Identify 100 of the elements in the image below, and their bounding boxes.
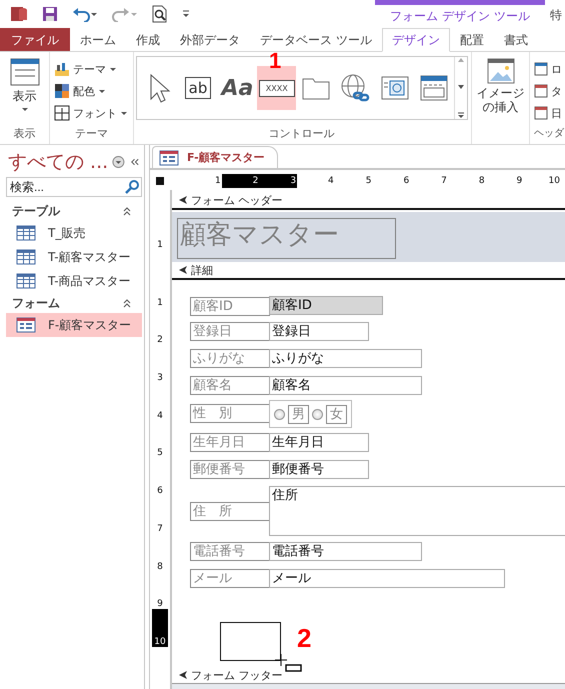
field-label: ふりがな bbox=[190, 349, 270, 368]
title-label: 顧客マスター bbox=[177, 218, 396, 259]
group-label: 表示 bbox=[12, 126, 36, 142]
nav-group-header[interactable]: テーブル bbox=[12, 202, 60, 220]
group-label: コントロール bbox=[268, 126, 336, 142]
header-item-icon bbox=[534, 62, 548, 76]
save-icon[interactable] bbox=[42, 6, 58, 22]
header-button[interactable]: 日 bbox=[534, 102, 562, 124]
table-icon bbox=[16, 249, 36, 265]
caret-icon bbox=[120, 110, 128, 116]
control-gallery-item[interactable]: Aa bbox=[218, 66, 258, 110]
section-bar: 詳細 bbox=[172, 262, 565, 280]
header-item-icon bbox=[534, 106, 548, 120]
ruler-number: 5 bbox=[156, 447, 164, 458]
field-label: 電話番号 bbox=[190, 542, 270, 561]
collapse-up-icon[interactable] bbox=[122, 298, 132, 308]
nav-item[interactable]: T-顧客マスター bbox=[6, 245, 142, 269]
field-label: 郵便番号 bbox=[190, 460, 270, 479]
option-label: 女 bbox=[326, 404, 347, 424]
nav-item[interactable]: F-顧客マスター bbox=[6, 313, 142, 337]
new-button-outline bbox=[220, 622, 281, 661]
caret-icon bbox=[98, 88, 106, 94]
theme-button[interactable]: フォント bbox=[54, 102, 128, 124]
caret-icon bbox=[20, 107, 28, 112]
theme-button[interactable]: テーマ bbox=[54, 58, 117, 80]
ruler-number: 9 bbox=[156, 598, 164, 610]
file-tab[interactable]: ファイル bbox=[0, 28, 70, 51]
header-button[interactable]: タ bbox=[534, 80, 562, 102]
section-arrow-icon bbox=[178, 195, 188, 205]
insert-image-button[interactable]: イメージ の挿入 bbox=[476, 56, 524, 114]
radio-button[interactable] bbox=[312, 408, 323, 420]
nav-pane-title: すべての ... bbox=[8, 150, 108, 175]
group-label: テーマ bbox=[74, 126, 109, 142]
control-gallery-item[interactable]: ab bbox=[178, 66, 218, 110]
document-tab[interactable]: F-顧客マスター bbox=[152, 146, 278, 168]
ruler-number: 2 bbox=[156, 334, 164, 346]
field-label: 住 所 bbox=[190, 502, 270, 521]
search-icon bbox=[124, 179, 140, 195]
header-button[interactable]: ロ bbox=[534, 58, 562, 80]
globe-link-icon bbox=[340, 73, 370, 103]
scroll-down-icon[interactable] bbox=[456, 84, 465, 90]
more-icon[interactable] bbox=[456, 111, 465, 119]
ruler-number: 1 bbox=[156, 296, 164, 308]
view-button[interactable]: 表示 bbox=[10, 56, 40, 112]
label-icon: Aa bbox=[221, 76, 254, 100]
search-field[interactable]: 検索... bbox=[6, 177, 142, 197]
section-bar: フォーム ヘッダー bbox=[172, 192, 565, 210]
button-control-icon: XXXX bbox=[258, 80, 295, 96]
table-icon bbox=[16, 273, 36, 289]
form-icon bbox=[159, 150, 179, 166]
nav-item[interactable]: T_販売 bbox=[6, 221, 142, 245]
undo-icon[interactable] bbox=[72, 6, 98, 22]
ruler-number: 1 bbox=[156, 239, 164, 250]
text-box[interactable]: ふりがな bbox=[269, 349, 422, 368]
field-label: 性 別 bbox=[190, 404, 270, 423]
ruler-number: 4 bbox=[156, 410, 164, 421]
textbox-icon: ab bbox=[184, 77, 212, 99]
nav-group-header[interactable]: フォーム bbox=[12, 294, 60, 312]
text-box[interactable]: メール bbox=[269, 569, 505, 588]
text-box[interactable]: 住所 bbox=[269, 486, 565, 536]
ruler-number: 3 bbox=[156, 372, 164, 384]
font-icon bbox=[54, 105, 70, 121]
dropdown-icon[interactable] bbox=[112, 155, 125, 169]
image-icon bbox=[486, 58, 514, 84]
text-box[interactable]: 生年月日 bbox=[269, 433, 369, 452]
ruler-number: 8 bbox=[156, 560, 164, 572]
header-item-icon bbox=[534, 84, 548, 98]
field-label: 生年月日 bbox=[190, 433, 270, 452]
app-logo-icon bbox=[10, 5, 28, 23]
collapse-up-icon[interactable] bbox=[122, 206, 132, 216]
navigation-control-icon bbox=[420, 75, 448, 101]
radio-button[interactable] bbox=[274, 408, 285, 420]
view-icon bbox=[10, 58, 40, 86]
collapse-icon[interactable] bbox=[129, 156, 140, 168]
ruler-number: 10 bbox=[152, 609, 168, 647]
theme-icon bbox=[54, 61, 70, 77]
field-label: 登録日 bbox=[190, 322, 270, 341]
customize-caret-icon[interactable] bbox=[182, 9, 190, 19]
print-preview-icon[interactable] bbox=[152, 5, 168, 23]
window-title: 特 bbox=[550, 7, 562, 24]
ribbon-tab[interactable]: デザイン bbox=[382, 28, 450, 52]
section-arrow-icon bbox=[178, 670, 188, 680]
color-palette-icon bbox=[54, 83, 70, 99]
nav-item[interactable]: T-商品マスター bbox=[6, 269, 142, 293]
text-box[interactable]: 顧客名 bbox=[269, 376, 422, 395]
theme-button[interactable]: 配色 bbox=[54, 80, 106, 102]
text-box[interactable]: 郵便番号 bbox=[269, 460, 369, 479]
field-label: メール bbox=[190, 569, 270, 588]
annotation-number: 2 bbox=[297, 625, 312, 651]
caret-icon bbox=[109, 66, 117, 72]
horizontal-ruler: 1 2 3 4 5 6 7 8 9 10 bbox=[214, 174, 561, 188]
ruler-number: 6 bbox=[156, 485, 164, 496]
field-label: 顧客ID bbox=[190, 297, 270, 316]
option-label: 男 bbox=[288, 404, 309, 424]
text-box[interactable]: 電話番号 bbox=[269, 542, 422, 561]
option-group[interactable]: 男 女 bbox=[269, 400, 352, 428]
text-box[interactable]: 登録日 bbox=[269, 322, 369, 341]
form-icon bbox=[16, 317, 36, 333]
web-browser-icon bbox=[380, 76, 409, 100]
section-arrow-icon bbox=[178, 265, 188, 275]
